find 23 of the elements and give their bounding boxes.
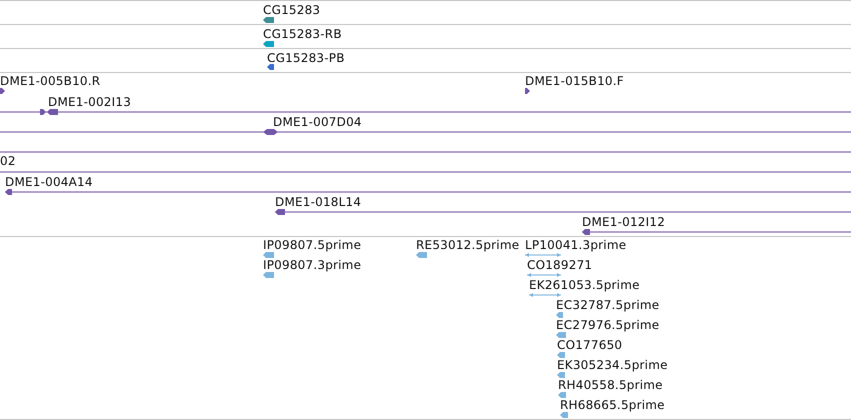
feature-label: DME1-018L14 xyxy=(275,196,362,208)
feature-label: EC32787.5prime xyxy=(556,299,660,311)
feature-label: CO177650 xyxy=(557,339,622,351)
feature-label: EK305234.5prime xyxy=(557,359,668,371)
feature-label: 02 xyxy=(0,155,16,167)
feature-label: DME1-015B10.F xyxy=(525,75,624,87)
feature-label: IP09807.3prime xyxy=(263,259,362,271)
feature-label: CO189271 xyxy=(527,259,592,271)
feature-label: DME1-007D04 xyxy=(273,116,362,128)
feature-label: DME1-012I12 xyxy=(582,216,666,228)
feature-label: IP09807.5prime xyxy=(263,239,362,251)
feature-label: RH40558.5prime xyxy=(558,379,663,391)
feature-label: DME1-004A14 xyxy=(5,176,93,188)
feature-label: RE53012.5prime xyxy=(416,239,520,251)
feature-label: LP10041.3prime xyxy=(525,239,626,251)
feature-label: CG15283-PB xyxy=(267,52,345,64)
feature-label: EK261053.5prime xyxy=(529,279,640,291)
feature-label: CG15283-RB xyxy=(263,28,342,40)
feature-label: CG15283 xyxy=(263,4,320,16)
feature-label: DME1-005B10.R xyxy=(0,75,100,87)
feature-label: RH68665.5prime xyxy=(560,399,665,411)
feature-label: EC27976.5prime xyxy=(556,319,660,331)
feature-label: DME1-002I13 xyxy=(48,96,132,108)
